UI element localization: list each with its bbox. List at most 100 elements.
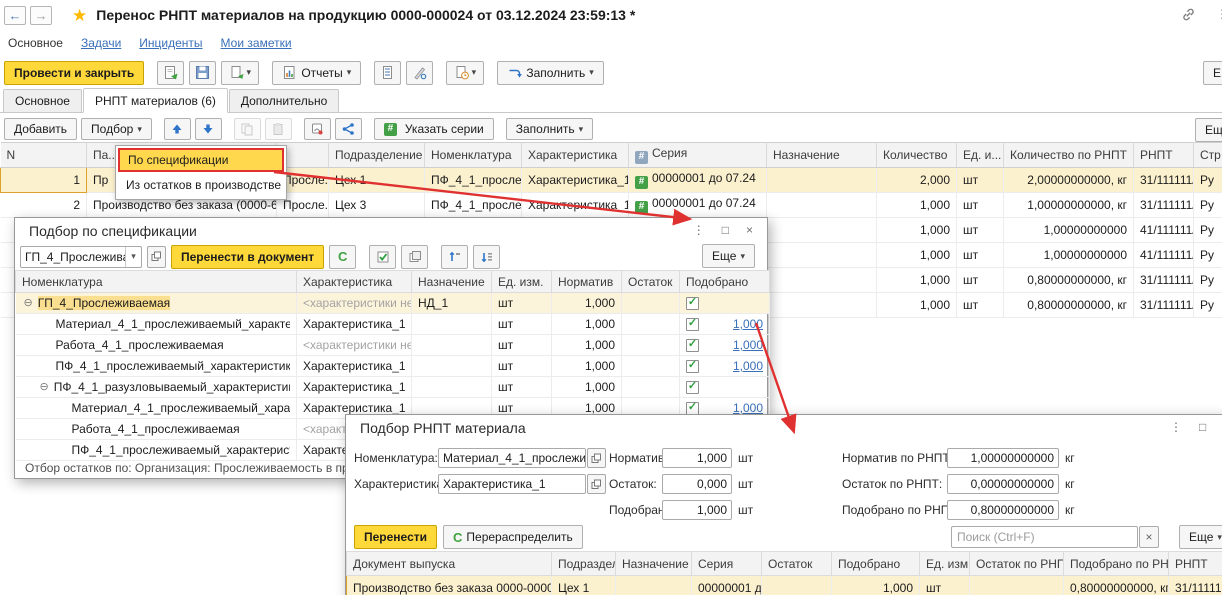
col-purpose[interactable]: Назначение [767, 143, 877, 168]
picked-checkbox[interactable]: ✓ [686, 318, 699, 331]
col-norm[interactable]: Норматив [552, 271, 622, 293]
create-based-on-button[interactable]: ▾ [221, 61, 259, 85]
paste-button[interactable] [265, 118, 292, 140]
share-button[interactable] [335, 118, 362, 140]
specification-combo[interactable]: ГП_4_Прослеживаемая (кс ▾ [20, 246, 142, 268]
collapse-icon[interactable]: ⊖ [40, 382, 49, 393]
set-series-button[interactable]: # Указать серии [374, 118, 494, 140]
picked-qty-link[interactable]: 1,000 [733, 317, 763, 331]
save-button[interactable] [189, 61, 216, 85]
unmark-all-button[interactable] [401, 245, 428, 269]
col-unit[interactable]: Ед. изм. [920, 552, 970, 576]
col-purpose[interactable]: Назначение [616, 552, 692, 576]
col-dept[interactable]: Подразделение [329, 143, 425, 168]
spec-more-button[interactable]: Еще ▾ [702, 244, 755, 268]
back-button[interactable]: ← [4, 6, 26, 25]
col-series[interactable]: #Серия [629, 143, 767, 168]
col-unit[interactable]: Ед. изм. [492, 271, 552, 293]
col-purpose[interactable]: Назначение [412, 271, 492, 293]
structure-button[interactable] [374, 61, 401, 85]
stamp-button[interactable] [304, 118, 331, 140]
move-up-button[interactable] [164, 118, 191, 140]
picked-checkbox[interactable]: ✓ [686, 381, 699, 394]
close-icon[interactable]: × [746, 224, 753, 236]
search-clear-button[interactable]: × [1139, 526, 1159, 548]
title-menu-icon[interactable]: ⋮ [1216, 7, 1222, 21]
window-menu-icon[interactable]: ⋮ [1170, 421, 1182, 433]
fill-button[interactable]: Заполнить ▾ [497, 61, 603, 85]
norm-rnpt-field[interactable]: 1,00000000000 [947, 448, 1059, 468]
pick-button[interactable]: Подбор ▾ [81, 118, 152, 140]
copy-button[interactable] [234, 118, 261, 140]
col-item[interactable]: Номенклатура [425, 143, 522, 168]
post-and-close-button[interactable]: Провести и закрыть [4, 61, 144, 85]
schedule-document-button[interactable]: ▾ [446, 61, 484, 85]
col-rest-rnpt[interactable]: Остаток по РНПТ [970, 552, 1064, 576]
col-picked[interactable]: Подобрано [832, 552, 920, 576]
menu-item-by-specification[interactable]: По спецификации [118, 148, 284, 172]
section-tasks[interactable]: Задачи [81, 36, 121, 50]
reports-button[interactable]: Отчеты ▾ [272, 61, 361, 85]
maximize-icon[interactable]: □ [722, 224, 729, 236]
tab-rnpt-materials[interactable]: РНПТ материалов (6) [83, 88, 228, 113]
col-country[interactable]: Стр [1194, 143, 1222, 168]
picked-qty-link[interactable]: 1,000 [733, 338, 763, 352]
refresh-button[interactable]: C [329, 245, 356, 269]
col-name[interactable]: Номенклатура [16, 271, 297, 293]
rnpt-more-button[interactable]: Еще ▾ [1179, 525, 1222, 549]
favorite-star-icon[interactable]: ★ [72, 7, 87, 24]
picked-checkbox[interactable]: ✓ [686, 339, 699, 352]
col-picked-rnpt[interactable]: Подобрано по РНПТ [1064, 552, 1169, 576]
col-rest[interactable]: Остаток [762, 552, 832, 576]
search-input[interactable] [951, 526, 1138, 548]
rest-field[interactable]: 0,000 [662, 474, 732, 494]
move-down-button[interactable] [195, 118, 222, 140]
transfer-button[interactable]: Перенести [354, 525, 437, 549]
col-rest[interactable]: Остаток [622, 271, 680, 293]
col-n[interactable]: N [1, 143, 87, 168]
col-rnpt[interactable]: РНПТ [1169, 552, 1222, 576]
col-series[interactable]: Серия [692, 552, 762, 576]
section-incidents[interactable]: Инциденты [139, 36, 202, 50]
add-button[interactable]: Добавить [4, 118, 77, 140]
col-char[interactable]: Характеристика [522, 143, 629, 168]
col-picked[interactable]: Подобрано [680, 271, 770, 293]
col-doc[interactable]: Документ выпуска [347, 552, 552, 576]
open-nomenclature-button[interactable] [587, 448, 606, 468]
nomenclature-field[interactable]: Материал_4_1_прослеживаемый_характери [438, 448, 586, 468]
picked-qty-link[interactable]: 1,000 [733, 359, 763, 373]
edit-pen-button[interactable] [406, 61, 433, 85]
caret-down-icon[interactable]: ▾ [125, 247, 141, 267]
post-document-button[interactable] [157, 61, 184, 85]
col-qty-rnpt[interactable]: Количество по РНПТ [1004, 143, 1134, 168]
picked-rnpt-field[interactable]: 0,80000000000 [947, 500, 1059, 520]
menu-item-from-leftovers[interactable]: Из остатков в производстве [118, 172, 284, 197]
characteristic-field[interactable]: Характеристика_1 [438, 474, 586, 494]
col-char[interactable]: Характеристика [297, 271, 412, 293]
picked-qty-link[interactable]: 1,000 [733, 401, 763, 415]
collapse-icon[interactable]: ⊖ [24, 298, 33, 309]
section-notes[interactable]: Мои заметки [221, 36, 292, 50]
maximize-icon[interactable]: □ [1199, 421, 1206, 433]
picked-checkbox[interactable]: ✓ [686, 402, 699, 415]
mark-all-button[interactable] [369, 245, 396, 269]
col-unit[interactable]: Ед. и... [957, 143, 1004, 168]
open-specification-button[interactable] [147, 246, 166, 268]
col-qty[interactable]: Количество [877, 143, 957, 168]
picked-field[interactable]: 1,000 [662, 500, 732, 520]
window-menu-icon[interactable]: ⋮ [693, 224, 705, 236]
col-rnpt[interactable]: РНПТ [1134, 143, 1194, 168]
norm-field[interactable]: 1,000 [662, 448, 732, 468]
grid-fill-button[interactable]: Заполнить ▾ [506, 118, 593, 140]
more-button-top-cut[interactable]: Е [1203, 61, 1222, 85]
picked-checkbox[interactable]: ✓ [686, 297, 699, 310]
rest-rnpt-field[interactable]: 0,00000000000 [947, 474, 1059, 494]
tab-main[interactable]: Основное [3, 89, 82, 112]
grid-more-button-cut[interactable]: Ещ [1195, 118, 1222, 142]
clear-quantity-button[interactable] [473, 245, 500, 269]
get-link-icon[interactable] [1181, 7, 1196, 25]
tab-additional[interactable]: Дополнительно [229, 89, 339, 112]
transfer-to-document-button[interactable]: Перенести в документ [171, 245, 324, 269]
redistribute-button[interactable]: C Перераспределить [443, 525, 583, 549]
set-quantity-button[interactable] [441, 245, 468, 269]
